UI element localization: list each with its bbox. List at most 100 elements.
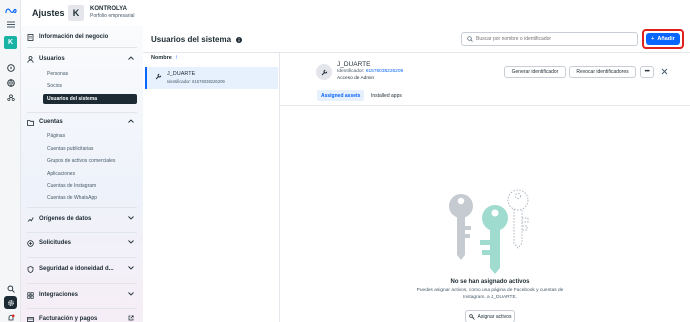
portfolio-avatar: K (68, 5, 84, 21)
folder-icon (27, 119, 34, 126)
detail-avatar (316, 64, 332, 80)
meta-logo-icon[interactable] (4, 4, 17, 17)
close-icon[interactable] (661, 68, 669, 76)
nav-users-people[interactable]: Personas (47, 71, 68, 77)
settings-gear-icon[interactable] (4, 296, 17, 309)
add-button[interactable]: + Añadir (646, 33, 680, 45)
tabs-divider (280, 105, 690, 106)
assign-assets-button[interactable]: Asignar activos (465, 310, 515, 322)
more-options-button[interactable]: ••• (640, 66, 654, 78)
nav-users-system-users-label: Usuarios del sistema (47, 96, 98, 102)
people-icon[interactable] (4, 91, 17, 104)
info-icon[interactable] (236, 36, 243, 43)
chevron-up-icon (128, 119, 134, 125)
portfolio-name: KONTROLYA (90, 6, 127, 12)
chevron-down-icon (128, 266, 134, 272)
nav-accounts-instagram[interactable]: Cuentas de Instagram (47, 183, 96, 189)
nav-accounts-pages[interactable]: Páginas (47, 133, 65, 139)
menu-icon[interactable] (4, 18, 17, 31)
wrench-icon (155, 73, 162, 80)
data-sources-icon (27, 216, 34, 223)
divider (27, 232, 137, 233)
empty-state-description: Puedes asignar activos, como una página … (416, 288, 564, 300)
revoke-tokens-button[interactable]: Revocar identificadores (569, 66, 636, 78)
nav-accounts-label: Cuentas (39, 119, 63, 125)
assign-assets-icon (468, 313, 475, 320)
account-avatar[interactable]: K (4, 36, 17, 49)
tab-assigned-assets-label: Assigned assets (321, 92, 361, 99)
search-icon[interactable] (4, 282, 17, 295)
list-item-id: Identificador: 61576038226209 (167, 79, 225, 84)
list-header[interactable]: Nombre ↑ (151, 55, 178, 61)
nav-accounts-apps[interactable]: Aplicaciones (47, 171, 75, 177)
person-icon (27, 55, 34, 63)
more-horizontal-icon: ••• (644, 69, 650, 75)
divider (27, 207, 137, 208)
nav-data-sources[interactable]: Orígenes de datos (27, 213, 137, 225)
divider (27, 112, 137, 113)
shield-icon (27, 265, 34, 273)
panel-divider (279, 53, 280, 322)
requests-icon (27, 239, 34, 247)
nav-requests-label: Solicitudes (39, 240, 72, 246)
nav-accounts-asset-groups[interactable]: Grupos de activos comerciales (47, 158, 115, 164)
revoke-tokens-label: Revocar identificadores (576, 69, 629, 75)
page-title: Ajustes (32, 8, 65, 18)
plus-icon: + (651, 36, 655, 42)
empty-state-title: No se han asignado activos (450, 279, 530, 285)
nav-security[interactable]: Seguridad e idoneidad d... (27, 263, 137, 275)
tab-installed-apps[interactable]: Installed apps (367, 90, 406, 101)
search-icon (467, 36, 473, 42)
nav-data-sources-label: Orígenes de datos (39, 216, 92, 222)
portfolio-type: Porfolio empresarial (90, 13, 135, 19)
list-item-name: J_DUARTE (167, 71, 196, 77)
nav-business-info[interactable]: Información del negocio (27, 31, 137, 43)
main-content: Usuarios del sistema + Añadir Nombre ↑ J… (143, 26, 690, 322)
chevron-down-icon (128, 216, 134, 222)
nav-accounts-whatsapp[interactable]: Cuentas de WhatsApp (47, 195, 97, 201)
divider (27, 283, 137, 284)
teal-key-icon (480, 205, 508, 274)
nav-accounts[interactable]: Cuentas (27, 116, 137, 128)
sort-arrow-up-icon: ↑ (174, 55, 178, 61)
detail-access: Acceso de Admin (337, 76, 375, 81)
nav-billing-label: Facturación y pagos (39, 316, 98, 322)
document-icon (27, 33, 34, 41)
generate-token-button[interactable]: Generar identificador (504, 66, 566, 78)
add-button-label: Añadir (657, 36, 675, 42)
nav-users-label: Usuarios (39, 56, 65, 62)
nav-accounts-ad-accounts[interactable]: Cuentas publicitarias (47, 146, 93, 152)
nav-integrations[interactable]: Integraciones (27, 289, 137, 301)
nav-users-system-users[interactable]: Usuarios del sistema (43, 94, 137, 104)
chevron-up-icon (128, 56, 134, 62)
tab-assigned-assets[interactable]: Assigned assets (317, 90, 365, 101)
keys-illustration (443, 188, 533, 276)
detail-id-row: Identificador: 61576038226209 (337, 69, 403, 74)
section-title: Usuarios del sistema (151, 35, 232, 44)
nav-users[interactable]: Usuarios (27, 53, 137, 65)
list-item[interactable]: J_DUARTE Identificador: 61576038226209 (145, 67, 278, 89)
integrations-icon (27, 291, 34, 299)
gray-key-icon (449, 194, 473, 260)
nav-security-label: Seguridad e idoneidad d... (39, 266, 114, 272)
settings-sidebar: Información del negocio Usuarios Persona… (21, 26, 143, 322)
search-box[interactable] (461, 32, 638, 46)
chevron-down-icon (128, 240, 134, 246)
generate-token-label: Generar identificador (511, 69, 559, 75)
dotted-key-icon (507, 189, 529, 249)
main-title-row: Usuarios del sistema (151, 35, 243, 44)
detail-id-value[interactable]: 61576038226209 (366, 69, 403, 74)
nav-billing[interactable]: Facturación y pagos (27, 313, 137, 322)
nav-users-partners[interactable]: Socios (47, 83, 62, 89)
globe-icon[interactable] (4, 76, 17, 89)
nav-requests[interactable]: Solicitudes (27, 237, 137, 249)
notifications-icon[interactable] (4, 311, 17, 322)
business-portfolio-switcher[interactable]: K KONTROLYA Porfolio empresarial (68, 5, 134, 21)
navigation-icon[interactable] (4, 61, 17, 74)
divider (27, 47, 137, 48)
credit-card-icon (27, 316, 34, 322)
search-input[interactable] (476, 36, 636, 42)
chevron-down-icon (128, 292, 134, 298)
nav-integrations-label: Integraciones (39, 292, 79, 298)
tab-installed-apps-label: Installed apps (371, 92, 402, 99)
